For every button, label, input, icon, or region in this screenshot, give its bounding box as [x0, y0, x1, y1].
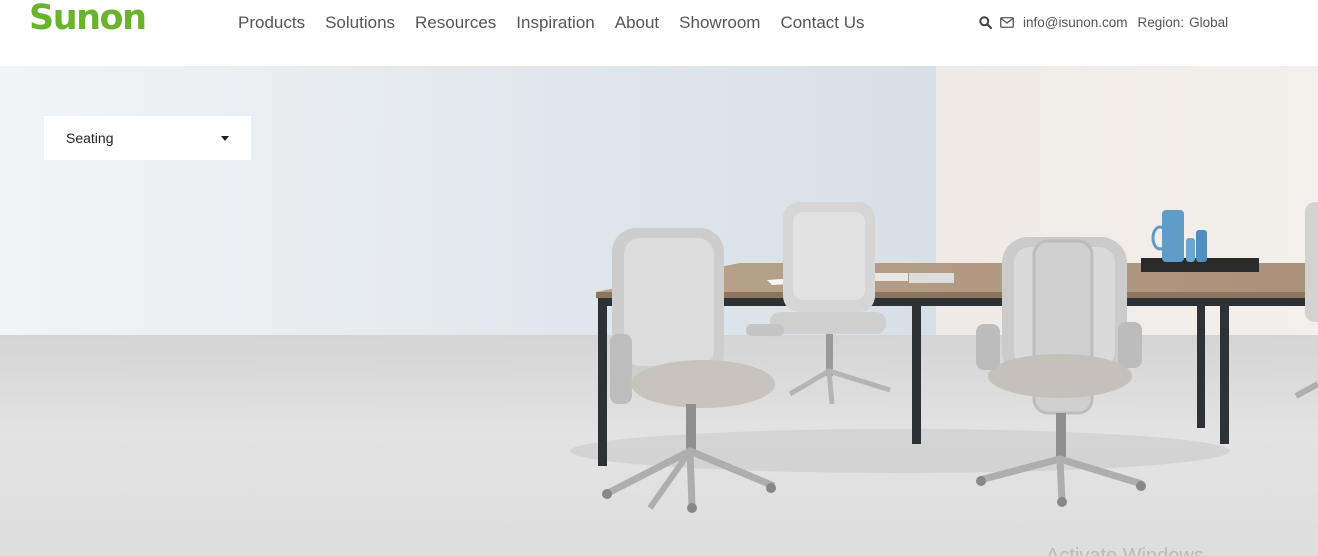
logo-text: Sunon	[29, 0, 147, 38]
nav-contact-us[interactable]: Contact Us	[780, 12, 864, 34]
activate-windows-watermark: Activate Windows	[1046, 545, 1204, 556]
nav-solutions[interactable]: Solutions	[325, 12, 395, 34]
caret-down-icon	[221, 136, 229, 141]
region-selector[interactable]: Global	[1189, 15, 1228, 30]
envelope-icon[interactable]	[999, 14, 1015, 30]
nav-about[interactable]: About	[615, 12, 659, 34]
nav-products[interactable]: Products	[238, 12, 305, 34]
nav-inspiration[interactable]: Inspiration	[516, 12, 594, 34]
search-icon[interactable]	[977, 14, 993, 30]
category-dropdown-value: Seating	[66, 130, 114, 146]
main-nav: Products Solutions Resources Inspiration…	[238, 12, 885, 34]
nav-showroom[interactable]: Showroom	[679, 12, 760, 34]
contact-email-link[interactable]: info@isunon.com	[1023, 15, 1128, 30]
nav-resources[interactable]: Resources	[415, 12, 496, 34]
utility-bar: info@isunon.com Region: Global	[977, 12, 1228, 32]
site-header: Sunon Products Solutions Resources Inspi…	[0, 0, 1318, 66]
region-label: Region:	[1137, 14, 1185, 30]
hero-banner: Seating Activate Windows	[0, 66, 1318, 556]
sunon-logo[interactable]: Sunon	[29, 0, 147, 40]
category-dropdown[interactable]: Seating	[44, 116, 251, 160]
